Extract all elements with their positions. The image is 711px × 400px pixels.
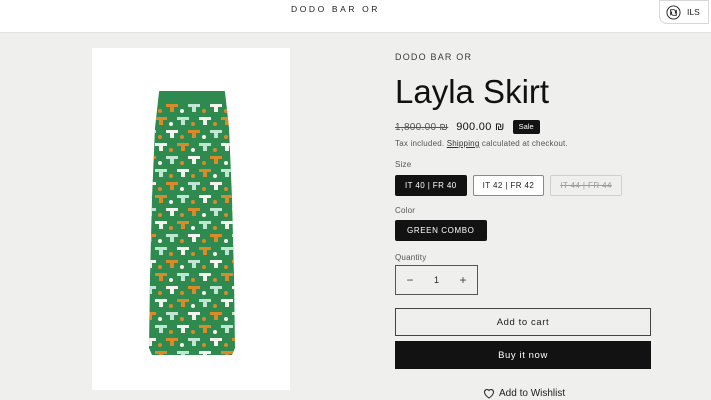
- color-option-green-combo[interactable]: GREEN COMBO: [395, 220, 487, 241]
- size-label: Size: [395, 160, 412, 169]
- shipping-link[interactable]: Shipping: [447, 139, 480, 148]
- heart-icon: [483, 389, 495, 399]
- add-to-wishlist-button[interactable]: Add to Wishlist: [483, 388, 565, 399]
- quantity-label: Quantity: [395, 253, 427, 262]
- currency-selector[interactable]: ILS: [659, 0, 709, 24]
- quantity-stepper: − 1 +: [395, 265, 478, 295]
- size-option-it40[interactable]: IT 40 | FR 40: [395, 175, 467, 196]
- size-options: IT 40 | FR 40 IT 42 | FR 42 IT 44 | FR 4…: [395, 175, 622, 196]
- wishlist-label: Add to Wishlist: [499, 388, 566, 399]
- quantity-increase-button[interactable]: +: [457, 273, 469, 287]
- add-to-cart-button[interactable]: Add to cart: [395, 308, 651, 336]
- color-label: Color: [395, 206, 416, 215]
- store-logo[interactable]: DODO BAR OR: [0, 4, 671, 14]
- tax-suffix: calculated at checkout.: [481, 139, 568, 148]
- original-price: 1,800.00 ₪: [395, 121, 449, 133]
- currency-code: ILS: [687, 7, 700, 17]
- shekel-circle-icon: [666, 4, 681, 20]
- tax-prefix: Tax included.: [395, 139, 445, 148]
- tax-note: Tax included. Shipping calculated at che…: [395, 139, 568, 148]
- quantity-input[interactable]: 1: [434, 275, 439, 285]
- buy-now-button[interactable]: Buy it now: [395, 341, 651, 369]
- product-vendor: DODO BAR OR: [395, 52, 473, 62]
- size-option-it44[interactable]: IT 44 | FR 44: [550, 175, 622, 196]
- quantity-decrease-button[interactable]: −: [404, 273, 416, 287]
- skirt-illustration: [149, 91, 235, 355]
- product-title: Layla Skirt: [395, 73, 550, 110]
- sale-badge: Sale: [512, 120, 540, 134]
- site-header: DODO BAR OR ILS: [0, 0, 711, 33]
- sale-price: 900.00 ₪: [456, 121, 505, 133]
- product-image[interactable]: [92, 48, 290, 390]
- price-row: 1,800.00 ₪ 900.00 ₪ Sale: [395, 120, 540, 134]
- size-option-it42[interactable]: IT 42 | FR 42: [472, 175, 545, 196]
